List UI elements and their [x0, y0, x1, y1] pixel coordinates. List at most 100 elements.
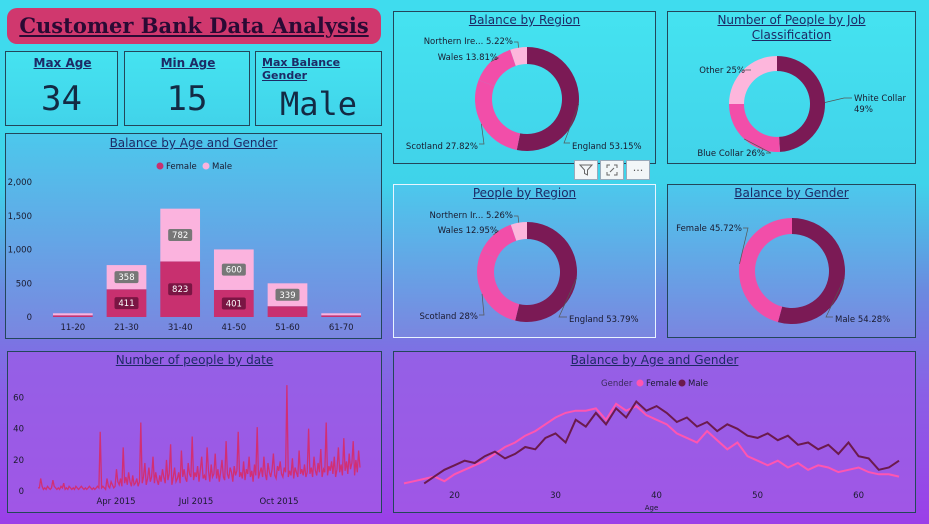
x-tick-label: 21-30 — [114, 323, 139, 333]
focus-mode-icon — [606, 164, 618, 176]
visual-toolbar: ··· — [574, 160, 656, 182]
kpi-min-age-label: Min Age — [160, 56, 216, 70]
kpi-max-balance-gender-value: Male — [279, 85, 358, 123]
donut-slice-white-collar — [777, 56, 826, 152]
balance-by-region-panel[interactable]: Balance by Region England 53.15% Scotland… — [393, 11, 656, 164]
donut-label: Scotland 27.82% — [406, 142, 478, 152]
balance-by-region-donut: England 53.15% Scotland 27.82% Wales 13.81… — [406, 37, 642, 152]
donut-label: Male 54.28% — [835, 315, 890, 325]
leader-line — [824, 97, 852, 103]
donut-slice-blue-collar — [729, 104, 781, 152]
leader-line — [514, 215, 520, 223]
donut-label: Wales 13.81% — [438, 53, 498, 63]
x-tick-label: Jul 2015 — [178, 497, 214, 507]
kpi-min-age[interactable]: Min Age 15 — [124, 51, 250, 126]
legend-title: Gender — [601, 379, 633, 389]
bar-female-11-20 — [52, 315, 93, 317]
series-line-people — [38, 385, 361, 491]
donut-label: 49% — [854, 105, 873, 115]
people-by-region-donut: England 53.79% Scotland 28% Wales 12.95% No… — [419, 211, 639, 325]
y-tick-label: 60 — [13, 394, 24, 404]
legend-male-label: Male — [212, 162, 232, 172]
x-axis-label: Age — [645, 504, 659, 512]
legend-male-swatch — [202, 162, 210, 170]
donut-slice-other — [729, 56, 777, 104]
bar-female-61-70 — [321, 315, 362, 317]
legend-female-swatch — [636, 379, 644, 387]
focus-mode-button[interactable] — [600, 160, 624, 180]
data-label-male: 339 — [279, 291, 295, 301]
series-line-female — [403, 402, 900, 485]
x-tick-label: 41-50 — [221, 323, 246, 333]
y-tick-label: 1,000 — [8, 246, 32, 256]
filter-button[interactable] — [574, 160, 598, 180]
people-by-region-panel[interactable]: People by Region England 53.79% Scotland … — [393, 184, 656, 338]
kpi-max-balance-gender[interactable]: Max Balance Gender Male — [255, 51, 382, 126]
legend-female-label: Female — [166, 162, 197, 172]
data-label-male: 358 — [118, 273, 134, 283]
balance-by-age-gender-line-panel[interactable]: Balance by Age and Gender Gender Female Ma… — [393, 351, 916, 513]
dashboard-title-box: Customer Bank Data Analysis — [7, 8, 381, 44]
legend-female-label: Female — [646, 379, 677, 389]
legend-male-label: Male — [688, 379, 708, 389]
y-tick-label: 40 — [13, 425, 24, 435]
donut-slice-scotland — [475, 79, 521, 150]
donut-label: England 53.15% — [572, 142, 642, 152]
kpi-max-age[interactable]: Max Age 34 — [5, 51, 118, 126]
y-tick-label: 20 — [13, 456, 24, 466]
x-tick-label: 30 — [550, 491, 561, 501]
more-options-button[interactable]: ··· — [626, 160, 650, 180]
data-label-female: 401 — [226, 299, 242, 309]
kpi-max-balance-gender-label: Max Balance Gender — [262, 56, 341, 82]
x-tick-label: 40 — [651, 491, 662, 501]
y-tick-label: 1,500 — [8, 212, 32, 222]
donut-label: Blue Collar 26% — [697, 149, 765, 159]
series-line-male — [423, 399, 900, 485]
donut-label: Other 25% — [699, 66, 745, 76]
kpi-min-age-value: 15 — [166, 79, 208, 119]
dashboard-title: Customer Bank Data Analysis — [19, 13, 369, 38]
donut-label: Wales 12.95% — [438, 226, 498, 236]
donut-label: White Collar — [854, 94, 906, 104]
legend-male-swatch — [678, 379, 686, 387]
x-tick-label: Apr 2015 — [96, 497, 135, 507]
x-tick-label: Oct 2015 — [259, 497, 298, 507]
y-tick-label: 0 — [27, 313, 32, 323]
bar-female-51-60 — [267, 306, 308, 317]
data-label-female: 411 — [118, 299, 134, 309]
data-label-female: 823 — [172, 285, 188, 295]
kpi-max-age-label: Max Age — [33, 56, 92, 70]
donut-label: Northern Ir... 5.26% — [430, 211, 513, 221]
data-label-male: 782 — [172, 231, 188, 241]
legend-female-swatch — [156, 162, 164, 170]
kpi-max-age-value: 34 — [41, 79, 82, 119]
donut-label: England 53.79% — [569, 315, 639, 325]
donut-label: Northern Ire... 5.22% — [424, 37, 513, 47]
bar-male-61-70 — [321, 313, 362, 316]
donut-label: Scotland 28% — [419, 312, 478, 322]
people-by-job-donut: White Collar49% Blue Collar 26% Other 25% — [697, 56, 906, 159]
donut-label: Female 45.72% — [676, 224, 742, 234]
y-tick-label: 2,000 — [8, 178, 32, 188]
people-by-job-panel[interactable]: Number of People by Job Classification W… — [667, 11, 916, 164]
x-tick-label: 61-70 — [329, 323, 354, 333]
leader-line — [479, 293, 485, 316]
leader-line — [514, 41, 519, 48]
x-tick-label: 11-20 — [60, 323, 85, 333]
balance-by-age-gender-bar-panel[interactable]: Balance by Age and Gender Female Male 0 500… — [5, 133, 382, 339]
x-tick-label: 60 — [853, 491, 864, 501]
people-by-date-panel[interactable]: Number of people by date 0 20 40 60 Apr 2015… — [7, 351, 382, 513]
x-tick-label: 50 — [752, 491, 763, 501]
y-tick-label: 500 — [16, 279, 32, 289]
balance-by-gender-panel[interactable]: Balance by Gender Male 54.28% Female 45.7… — [667, 184, 916, 338]
more-options-icon: ··· — [632, 163, 644, 177]
balance-by-age-gender-bar-chart: Female Male 0 500 1,000 1,500 2,000 11-20 21-30 4… — [8, 162, 362, 333]
y-tick-label: 0 — [19, 487, 24, 497]
filter-icon — [578, 164, 594, 176]
people-by-date-line-chart: 0 20 40 60 Apr 2015 Jul 2015 Oct 2015 — [13, 385, 361, 507]
x-tick-label: 20 — [449, 491, 460, 501]
balance-by-age-gender-line-chart: Gender Female Male 20 30 40 50 60 Age — [403, 379, 900, 512]
x-tick-label: 51-60 — [275, 323, 300, 333]
data-label-male: 600 — [226, 266, 242, 276]
balance-by-gender-donut: Male 54.28% Female 45.72% — [676, 218, 890, 325]
